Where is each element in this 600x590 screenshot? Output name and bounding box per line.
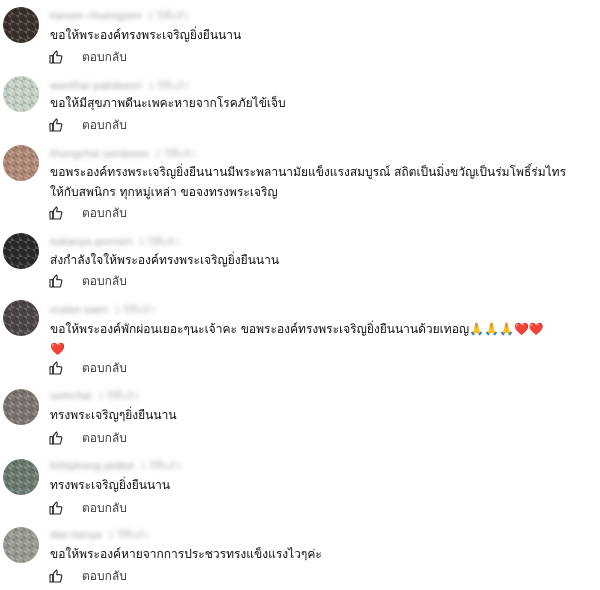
avatar[interactable] xyxy=(3,7,39,43)
comment-text: ขอให้มีสุขภาพดีนะเพคะหายจากโรคภัยไข้เจ็บ xyxy=(50,96,286,110)
thumbs-up-icon[interactable] xyxy=(48,273,64,289)
timestamp[interactable]: 1 ปีที่แล้ว xyxy=(148,79,189,94)
thumbs-up-icon[interactable] xyxy=(48,568,64,584)
comment-actions: ตอบกลับ xyxy=(48,116,127,134)
author-name[interactable]: kanom chuengsen xyxy=(50,11,142,22)
timestamp[interactable]: 1 ปีที่แล้ว xyxy=(140,459,181,474)
comment-actions: ตอบกลับ xyxy=(48,272,127,290)
reply-button[interactable]: ตอบกลับ xyxy=(82,48,127,67)
thumbs-up-icon[interactable] xyxy=(48,205,64,221)
reply-button[interactable]: ตอบกลับ xyxy=(82,272,127,291)
comment-actions: ตอบกลับ xyxy=(48,48,127,66)
thumbs-up-icon[interactable] xyxy=(48,500,64,516)
thumbs-up-icon[interactable] xyxy=(48,117,64,133)
timestamp[interactable]: 1 ปีที่แล้ว xyxy=(98,389,139,404)
comment-text: ขอให้พระองค์หายจากการประชวรทรงแข็งแรงไวๆ… xyxy=(50,547,322,561)
author-name[interactable]: thongchai somboon xyxy=(50,149,149,160)
comment-meta: somchai 1 ปีที่แล้ว xyxy=(50,390,138,402)
reply-button[interactable]: ตอบกลับ xyxy=(82,499,127,518)
author-name[interactable]: dao kanya xyxy=(50,530,102,541)
comment-text: ทรงพระเจริญๆยิ่งยืนนาน xyxy=(50,408,177,422)
timestamp[interactable]: 1 ปีที่แล้ว xyxy=(138,235,179,250)
comment-meta: malee saen 1 ปีที่แล้ว xyxy=(50,304,155,316)
thumbs-up-icon[interactable] xyxy=(48,360,64,376)
comment-actions: ตอบกลับ xyxy=(48,499,127,517)
comment-actions: ตอบกลับ xyxy=(48,204,127,222)
comment-text: ทรงพระเจริญยิ่งยืนนาน xyxy=(50,478,171,492)
reply-button[interactable]: ตอบกลับ xyxy=(82,204,127,223)
thumbs-up-icon[interactable] xyxy=(48,49,64,65)
comment-text-body: ขอให้พระองค์พักผ่อนเยอะๆนะเจ้าคะ ขอพระอง… xyxy=(50,322,514,336)
avatar[interactable] xyxy=(3,233,39,269)
avatar[interactable] xyxy=(3,76,39,112)
reply-button[interactable]: ตอบกลับ xyxy=(82,429,127,448)
comment-meta: wanthai pakdeesri 1 ปีที่แล้ว xyxy=(50,80,189,92)
comment-actions: ตอบกลับ xyxy=(48,567,127,585)
avatar[interactable] xyxy=(3,389,39,425)
author-name[interactable]: malee saen xyxy=(50,305,108,316)
comment-meta: kittiphong jaidee 1 ปีที่แล้ว xyxy=(50,460,181,472)
timestamp[interactable]: 1 ปีที่แล้ว xyxy=(114,303,155,318)
timestamp[interactable]: 1 ปีที่แล้ว xyxy=(108,528,149,543)
author-name[interactable]: wanthai pakdeesri xyxy=(50,81,142,92)
timestamp[interactable]: 1 ปีที่แล้ว xyxy=(148,9,189,24)
author-name[interactable]: kittiphong jaidee xyxy=(50,461,134,472)
comment-text: ขอให้พระองค์ทรงพระเจริญยิ่งยืนนาน xyxy=(50,28,242,42)
author-name[interactable]: sukanya pornsiri xyxy=(50,237,132,248)
avatar[interactable] xyxy=(3,300,39,336)
comment-text: ขอให้พระองค์พักผ่อนเยอะๆนะเจ้าคะ ขอพระอง… xyxy=(50,319,580,359)
comment-meta: sukanya pornsiri 1 ปีที่แล้ว xyxy=(50,236,179,248)
avatar[interactable] xyxy=(3,527,39,563)
reply-button[interactable]: ตอบกลับ xyxy=(82,567,127,586)
comment-text: ส่งกำลังใจให้พระองค์ทรงพระเจริญยิ่งยืนนา… xyxy=(50,253,280,267)
avatar[interactable] xyxy=(3,459,39,495)
reply-button[interactable]: ตอบกลับ xyxy=(82,116,127,135)
heart-emoji: ❤️❤️ xyxy=(513,322,544,336)
comment-meta: kanom chuengsen 1 ปีที่แล้ว xyxy=(50,10,189,22)
timestamp[interactable]: 1 ปีที่แล้ว xyxy=(155,147,196,162)
comment-meta: thongchai somboon 1 ปีที่แล้ว xyxy=(50,148,196,160)
author-name[interactable]: somchai xyxy=(50,391,92,402)
heart-emoji: ❤️ xyxy=(50,342,65,356)
comment-actions: ตอบกลับ xyxy=(48,359,127,377)
comment-meta: dao kanya 1 ปีที่แล้ว xyxy=(50,529,149,541)
reply-button[interactable]: ตอบกลับ xyxy=(82,359,127,378)
avatar[interactable] xyxy=(3,145,39,181)
thumbs-up-icon[interactable] xyxy=(48,430,64,446)
comment-actions: ตอบกลับ xyxy=(48,429,127,447)
comment-text: ขอพระองค์ทรงพระเจริญยิ่งยืนนานมีพระพลานา… xyxy=(50,165,567,199)
